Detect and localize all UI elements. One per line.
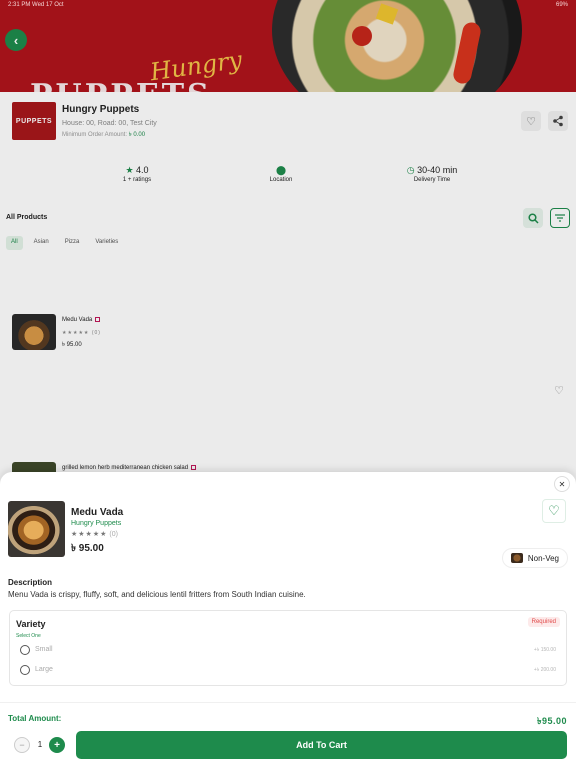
plus-icon: + (54, 739, 60, 751)
add-to-cart-button[interactable]: Add To Cart (76, 731, 567, 759)
variety-option-small[interactable]: Small +৳ 150.00 (20, 644, 562, 658)
total-amount-label: Total Amount: (8, 714, 62, 723)
quantity-value: 1 (37, 740, 43, 749)
option-label: Small (35, 646, 53, 653)
variety-option-large[interactable]: Large +৳ 200.00 (20, 664, 562, 678)
item-rating-count: (0) (109, 531, 118, 538)
item-stars: ★★★★★ (71, 531, 108, 538)
status-bar: 2:31 PM Wed 17 Oct 69% (0, 0, 576, 12)
radio-unchecked-icon[interactable] (20, 665, 30, 675)
variety-subtitle: Select One (16, 633, 41, 639)
option-price: +৳ 200.00 (533, 667, 556, 673)
footer-divider (0, 702, 576, 703)
item-price: ৳ 95.00 (71, 543, 104, 554)
variety-title: Variety (16, 619, 46, 629)
item-rating: ★★★★★ (0) (71, 530, 118, 538)
status-time: 2:31 PM Wed 17 Oct (8, 2, 64, 8)
non-veg-icon (510, 553, 523, 563)
minus-icon: − (19, 740, 25, 750)
description-title: Description (8, 578, 53, 587)
radio-unchecked-icon[interactable] (20, 645, 30, 655)
decrease-quantity-button[interactable]: − (14, 737, 30, 753)
close-button[interactable]: ✕ (554, 476, 570, 492)
description-text: Menu Vada is crispy, fluffy, soft, and d… (8, 590, 306, 599)
variety-section: Variety Select One Required Small +৳ 150… (9, 610, 567, 686)
product-detail-sheet: ✕ Medu Vada Hungry Puppets ★★★★★ (0) ৳ 95… (0, 472, 576, 768)
required-badge: Required (527, 617, 560, 627)
close-icon: ✕ (558, 479, 566, 489)
increase-quantity-button[interactable]: + (49, 737, 65, 753)
non-veg-badge: Non-Veg (501, 548, 568, 568)
item-name: Medu Vada (71, 507, 124, 518)
heart-outline-icon: ♡ (548, 503, 560, 518)
battery-level: 69% (555, 2, 568, 8)
option-label: Large (35, 666, 53, 673)
item-restaurant-link[interactable]: Hungry Puppets (71, 520, 121, 527)
favorite-item-button[interactable]: ♡ (542, 499, 566, 523)
item-image (8, 501, 65, 557)
total-amount-value: ৳95.00 (536, 716, 567, 726)
non-veg-label: Non-Veg (527, 553, 559, 563)
option-price: +৳ 150.00 (533, 647, 556, 653)
